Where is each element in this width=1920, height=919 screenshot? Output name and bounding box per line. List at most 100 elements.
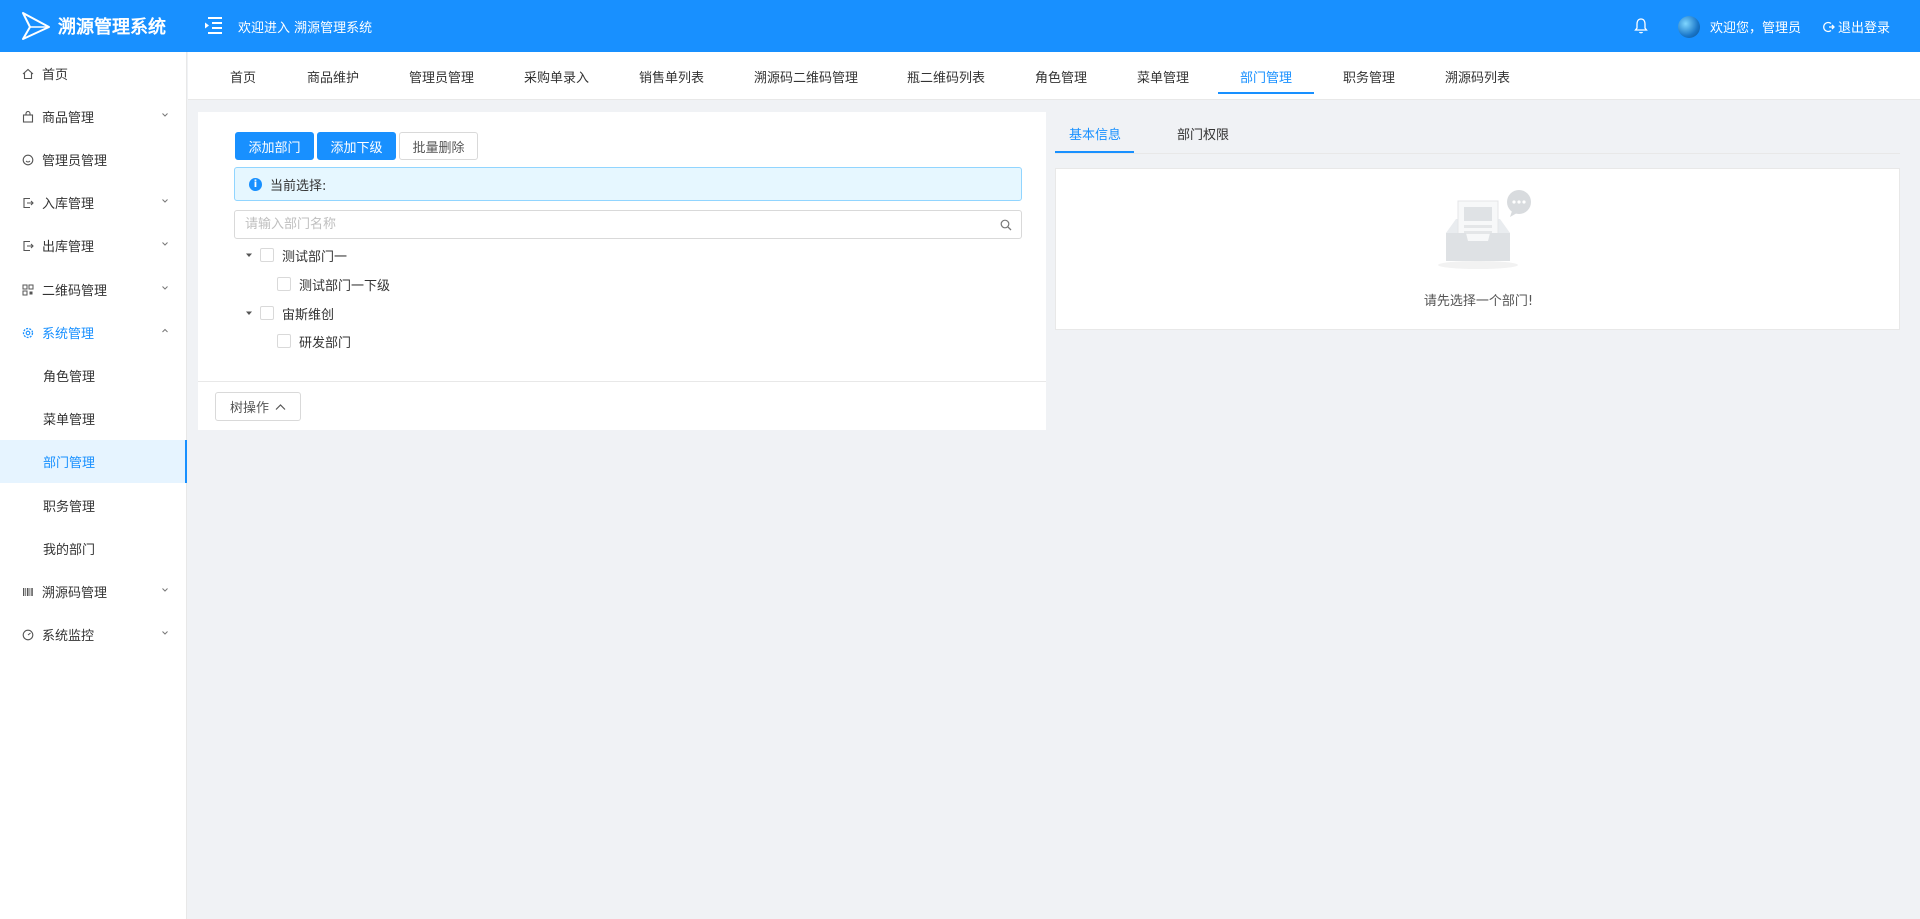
sidebar-item-label: 二维码管理 <box>42 284 108 299</box>
tab-label: 菜单管理 <box>1137 70 1190 86</box>
tree-node[interactable]: 测试部门一下级 <box>277 273 390 295</box>
chevron-down-icon <box>162 113 168 117</box>
tree-checkbox[interactable] <box>277 277 291 291</box>
tabs-bar: 首页 商品维护 管理员管理 采购单录入 销售单列表 溯源码二维码管理 瓶二维码列… <box>188 52 1920 100</box>
dept-search-input[interactable] <box>235 211 1021 238</box>
sidebar-item-monitor[interactable]: 系统监控 <box>0 613 187 656</box>
caret-down-icon[interactable] <box>244 250 254 260</box>
barcode-icon <box>22 586 34 598</box>
home-icon <box>22 68 34 80</box>
tab-label: 基本信息 <box>1069 127 1122 143</box>
current-selection-alert: i 当前选择: <box>234 167 1022 201</box>
dept-info-card: 请先选择一个部门! <box>1055 168 1900 330</box>
batch-delete-button[interactable]: 批量删除 <box>399 132 478 160</box>
tab-dept[interactable]: 部门管理 <box>1217 52 1315 100</box>
sidebar-item-label: 商品管理 <box>42 111 95 126</box>
sidebar-item-label: 首页 <box>42 68 69 83</box>
chevron-up-icon <box>275 403 286 410</box>
tab-sales-list[interactable]: 销售单列表 <box>637 52 706 100</box>
tree-node[interactable]: 宙斯维创 <box>244 302 334 324</box>
sidebar-subitem-menu[interactable]: 菜单管理 <box>0 397 187 440</box>
dept-tree-card: 添加部门 添加下级 批量删除 i 当前选择: 测试部门一 测试部门一下级 宙斯维… <box>198 112 1046 430</box>
tree-node-label: 测试部门一下级 <box>299 278 391 294</box>
tab-basic-info[interactable]: 基本信息 <box>1069 112 1121 154</box>
tab-goods-maintain[interactable]: 商品维护 <box>305 52 361 100</box>
sidebar-item-label: 管理员管理 <box>42 154 108 169</box>
sidebar-subitem-label: 角色管理 <box>43 370 96 385</box>
tab-menu[interactable]: 菜单管理 <box>1135 52 1191 100</box>
dashboard-icon <box>22 629 34 641</box>
tree-checkbox[interactable] <box>260 248 274 262</box>
tab-label: 溯源码列表 <box>1445 70 1511 86</box>
tree-ops-dropdown[interactable]: 树操作 <box>215 392 301 421</box>
tab-home[interactable]: 首页 <box>228 52 258 100</box>
tab-dept-permission[interactable]: 部门权限 <box>1177 112 1229 154</box>
tabs-divider <box>1055 153 1900 154</box>
tab-label: 商品维护 <box>307 70 360 86</box>
sidebar-item-home[interactable]: 首页 <box>0 52 187 95</box>
smile-icon <box>22 154 34 166</box>
logout-icon <box>1823 21 1835 32</box>
avatar[interactable] <box>1678 16 1700 38</box>
sidebar-item-label: 系统管理 <box>42 327 95 342</box>
tab-label: 管理员管理 <box>409 70 475 86</box>
sidebar-subitem-role[interactable]: 角色管理 <box>0 354 187 397</box>
sidebar-item-label: 溯源码管理 <box>42 586 108 601</box>
tree-ops-label: 树操作 <box>229 401 269 416</box>
logout-button[interactable]: 退出登录 <box>1823 17 1890 36</box>
tab-admin[interactable]: 管理员管理 <box>407 52 476 100</box>
sidebar-subitem-dept[interactable]: 部门管理 <box>0 440 187 483</box>
empty-text: 请先选择一个部门! <box>1423 294 1534 309</box>
tab-purchase-entry[interactable]: 采购单录入 <box>522 52 591 100</box>
tree-node[interactable]: 研发部门 <box>277 330 351 352</box>
tree-node-label: 宙斯维创 <box>282 307 335 323</box>
chevron-down-icon <box>162 631 168 635</box>
import-icon <box>22 197 34 209</box>
user-greeting[interactable]: 欢迎您，管理员 <box>1710 17 1801 36</box>
tab-bottle-qrcode[interactable]: 瓶二维码列表 <box>905 52 987 100</box>
tab-label: 采购单录入 <box>524 70 590 86</box>
menu-fold-icon[interactable] <box>204 14 224 36</box>
tree-checkbox[interactable] <box>277 334 291 348</box>
tab-label: 角色管理 <box>1035 70 1088 86</box>
export-icon <box>22 240 34 252</box>
sidebar-item-admin[interactable]: 管理员管理 <box>0 138 187 181</box>
setting-icon <box>22 327 34 339</box>
sidebar: 首页 商品管理 管理员管理 入库管理 出库管理 二维码管理 系统管理 角色管理 … <box>0 52 187 919</box>
sidebar-item-trace-code[interactable]: 溯源码管理 <box>0 570 187 613</box>
chevron-down-icon <box>162 286 168 290</box>
tab-position[interactable]: 职务管理 <box>1341 52 1397 100</box>
add-sub-dept-button[interactable]: 添加下级 <box>317 132 396 160</box>
sidebar-subitem-position[interactable]: 职务管理 <box>0 484 187 527</box>
logo[interactable]: 溯源管理系统 <box>0 0 188 52</box>
sidebar-item-outbound[interactable]: 出库管理 <box>0 224 187 267</box>
sidebar-item-goods[interactable]: 商品管理 <box>0 95 187 138</box>
dept-search[interactable] <box>234 210 1022 239</box>
chevron-down-icon <box>162 242 168 246</box>
qrcode-icon <box>22 284 34 296</box>
sidebar-subitem-label: 职务管理 <box>43 500 96 515</box>
tab-role[interactable]: 角色管理 <box>1033 52 1089 100</box>
chevron-up-icon <box>162 328 168 333</box>
bell-icon[interactable] <box>1633 17 1649 35</box>
tab-trace-code-list[interactable]: 溯源码列表 <box>1443 52 1512 100</box>
sidebar-subitem-label: 我的部门 <box>43 543 96 558</box>
sidebar-item-qrcode[interactable]: 二维码管理 <box>0 268 187 311</box>
sidebar-item-inbound[interactable]: 入库管理 <box>0 181 187 224</box>
tab-label: 溯源码二维码管理 <box>754 70 859 86</box>
tree-checkbox[interactable] <box>260 306 274 320</box>
tree-node[interactable]: 测试部门一 <box>244 244 347 266</box>
top-header: 溯源管理系统 欢迎进入 溯源管理系统 欢迎您，管理员 退出登录 <box>0 0 1920 52</box>
sidebar-subitem-my-dept[interactable]: 我的部门 <box>0 527 187 570</box>
caret-down-icon[interactable] <box>244 308 254 318</box>
sidebar-item-system[interactable]: 系统管理 <box>0 311 187 354</box>
welcome-text: 欢迎进入 溯源管理系统 <box>238 21 373 36</box>
logout-label: 退出登录 <box>1838 21 1891 36</box>
tab-trace-qrcode[interactable]: 溯源码二维码管理 <box>752 52 860 100</box>
tab-label: 销售单列表 <box>639 70 705 86</box>
tab-label: 职务管理 <box>1343 70 1396 86</box>
add-dept-button[interactable]: 添加部门 <box>235 132 314 160</box>
tree-node-label: 测试部门一 <box>282 249 348 265</box>
tab-label: 瓶二维码列表 <box>907 70 986 86</box>
search-icon[interactable] <box>1000 219 1012 231</box>
